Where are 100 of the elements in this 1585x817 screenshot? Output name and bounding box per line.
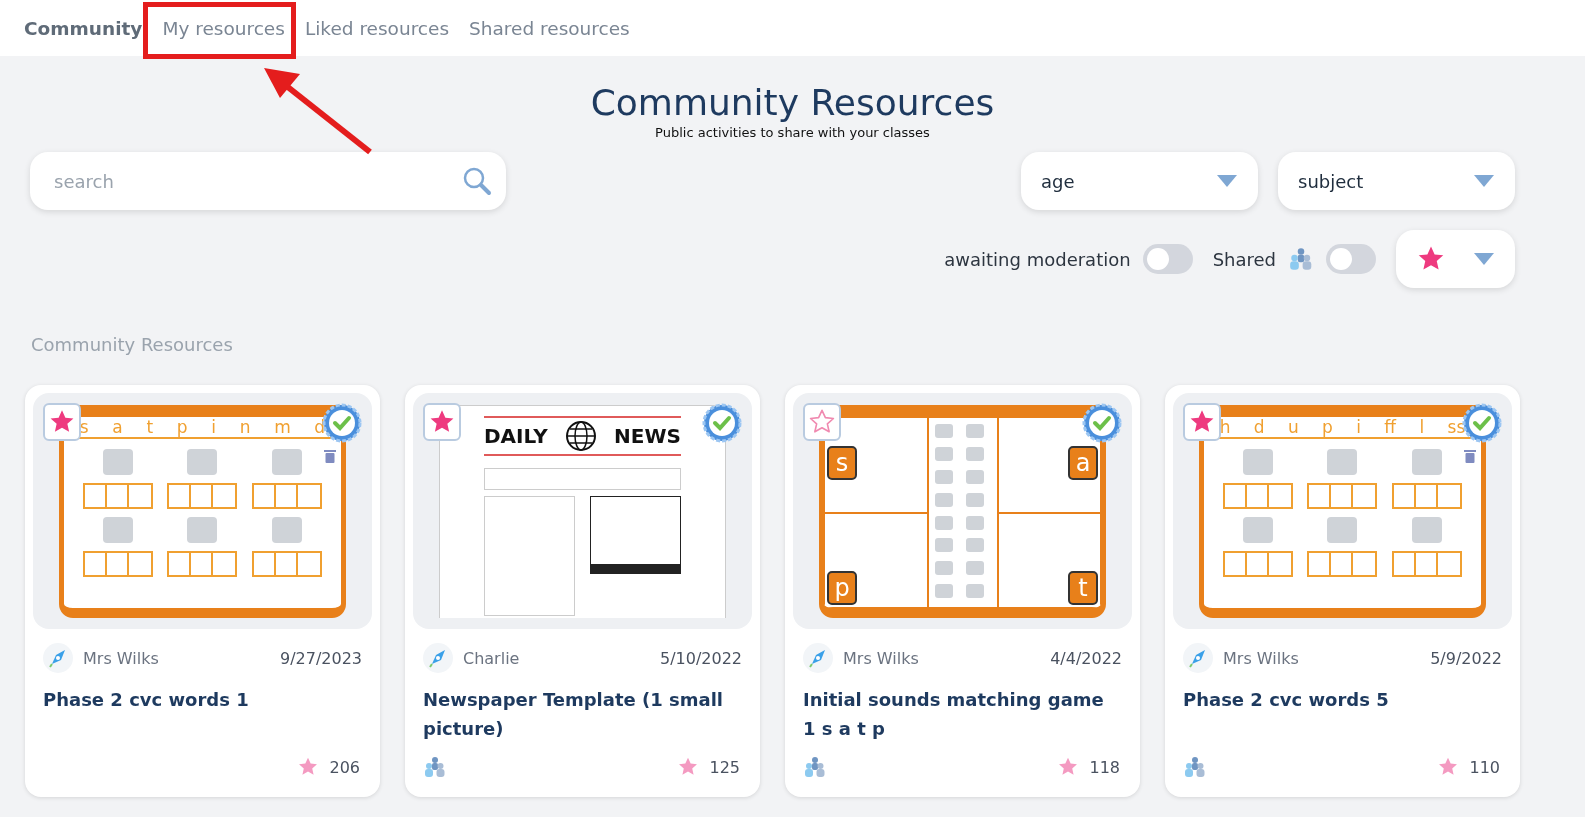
picture-placeholder	[103, 449, 134, 475]
toggle-switch[interactable]	[1142, 244, 1193, 274]
picture-placeholder	[965, 561, 984, 576]
picture-placeholder	[965, 538, 984, 553]
card-title: Newspaper Template (1 small picture)	[422, 688, 724, 741]
page-title: Community Resources	[590, 82, 995, 123]
caret-icon	[1473, 252, 1495, 266]
favorite-button[interactable]	[803, 403, 841, 441]
worksheet-letter: ff	[1384, 417, 1397, 437]
like-star-icon	[1057, 756, 1080, 778]
card-title: Initial sounds matching game 1 s a t p	[802, 688, 1105, 741]
favorite-button[interactable]	[43, 403, 81, 441]
picture-placeholder	[187, 449, 218, 475]
picture-placeholder	[187, 517, 218, 543]
search-field[interactable]: search	[30, 152, 506, 210]
resource-card[interactable]: DAILY NEWS Charlie 5/10/2022 Newspaper Template (1 small picture) 125	[405, 385, 760, 797]
card-date: 5/9/2022	[1430, 648, 1502, 668]
toggle-label: Shared	[1212, 248, 1276, 270]
picture-placeholder	[934, 561, 953, 576]
picture-placeholder	[934, 515, 953, 530]
worksheet-letter: u	[1287, 417, 1299, 437]
avatar-icon	[43, 643, 73, 673]
nav-tab[interactable]: Shared resources	[465, 13, 634, 43]
picture-placeholder	[1411, 517, 1442, 543]
search-icon	[462, 166, 492, 196]
picture-placeholder	[1327, 449, 1358, 475]
picture-placeholder	[965, 446, 984, 461]
star-icon	[808, 408, 836, 436]
like-count: 118	[1089, 757, 1120, 777]
nav-tab[interactable]: My resources	[158, 13, 289, 43]
picture-placeholder	[1243, 449, 1274, 475]
letter-boxes	[1223, 483, 1294, 509]
like-star-icon	[297, 756, 320, 778]
favorite-button[interactable]	[423, 403, 461, 441]
globe-icon	[564, 420, 597, 452]
picture-placeholder	[1411, 449, 1442, 475]
letter-boxes	[1223, 551, 1294, 577]
nav-tab[interactable]: Liked resources	[300, 13, 454, 43]
trash-icon[interactable]	[324, 449, 336, 463]
picture-placeholder	[965, 492, 984, 507]
card-title: Phase 2 cvc words 5	[1182, 688, 1390, 712]
like-count: 206	[329, 757, 360, 777]
worksheet-letter: t	[146, 417, 154, 437]
picture-placeholder	[965, 424, 984, 438]
letter-tile: t	[1068, 571, 1098, 605]
filter-dropdown[interactable]: age	[1021, 152, 1258, 210]
worksheet-letter: s	[79, 417, 89, 437]
letter-boxes	[251, 483, 322, 509]
worksheet-letter: p	[176, 417, 188, 437]
picture-placeholder	[934, 469, 953, 484]
resource-card[interactable]: s a p t Mrs Wilks 4/4/2022 Initial sounds matching game 1 s a t p 118	[785, 385, 1140, 797]
worksheet-letter: p	[1322, 417, 1333, 437]
letter-boxes	[1391, 551, 1462, 577]
card-date: 5/10/2022	[659, 648, 742, 668]
picture-placeholder	[934, 538, 953, 553]
letter-boxes	[83, 483, 154, 509]
page-subtitle: Public activities to share with your classes	[655, 125, 930, 140]
worksheet-letter: n	[239, 417, 251, 437]
picture-placeholder	[934, 424, 953, 438]
favorite-button[interactable]	[1183, 403, 1221, 441]
picture-placeholder	[934, 584, 953, 599]
worksheet-letter: l	[1419, 417, 1425, 437]
worksheet-letter: h	[1219, 417, 1231, 437]
worksheet-letter: i	[211, 417, 216, 437]
resource-card[interactable]: s a t p i n m d Mrs Wilks 9/27/2023 Phase 2 cvc words 1 206	[25, 385, 380, 797]
worksheet-letter: d	[1253, 417, 1265, 437]
avatar-icon	[423, 643, 453, 673]
picture-placeholder	[271, 449, 302, 475]
letter-tile: a	[1068, 446, 1098, 480]
nav-tab[interactable]: Community	[20, 13, 147, 43]
like-count: 125	[709, 757, 740, 777]
card-title: Phase 2 cvc words 1	[42, 688, 250, 712]
picture-placeholder	[965, 515, 984, 530]
rating-dropdown[interactable]	[1396, 230, 1515, 288]
masthead-word: NEWS	[614, 424, 681, 448]
picture-placeholder	[965, 469, 984, 484]
caret-icon	[1216, 174, 1238, 188]
toggle-switch[interactable]	[1326, 244, 1376, 274]
letter-boxes	[167, 551, 238, 577]
letter-boxes	[167, 483, 238, 509]
letter-boxes	[251, 551, 322, 577]
picture-placeholder	[934, 446, 953, 461]
like-count: 110	[1469, 757, 1500, 777]
letter-boxes	[83, 551, 154, 577]
worksheet-letter: m	[274, 417, 291, 437]
worksheet-letter: a	[112, 417, 123, 437]
filter-dropdown[interactable]: subject	[1278, 152, 1515, 210]
avatar-icon	[803, 643, 833, 673]
worksheet-letter: d	[314, 417, 326, 437]
author-name: Mrs Wilks	[843, 648, 919, 668]
letter-boxes	[1307, 483, 1378, 509]
resource-card[interactable]: h d u p i ff l ss Mrs Wilks 5/9/2022 Phase 2 cvc words 5 110	[1165, 385, 1520, 797]
trash-icon[interactable]	[1464, 449, 1476, 463]
author-name: Mrs Wilks	[83, 648, 159, 668]
caret-icon	[1473, 174, 1495, 188]
worksheet-letter: i	[1356, 417, 1361, 437]
letter-boxes	[1391, 483, 1462, 509]
section-heading: Community Resources	[30, 334, 234, 355]
letter-tile: p	[827, 571, 857, 605]
author-name: Charlie	[463, 648, 520, 668]
